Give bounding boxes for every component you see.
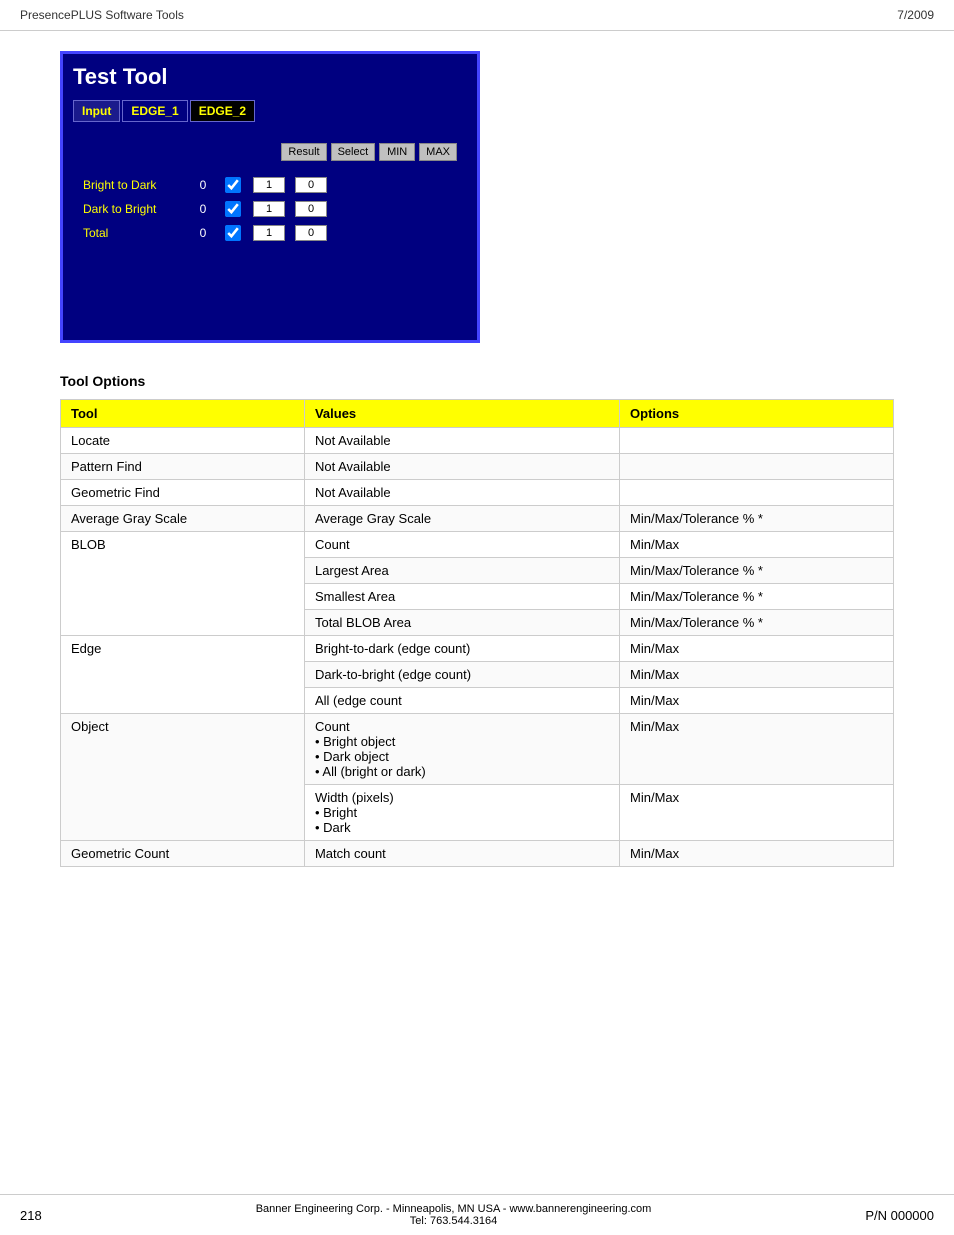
header-right: 7/2009 — [897, 8, 934, 22]
widget-row-bright-to-dark: Bright to Dark 0 — [73, 173, 467, 197]
row-min-total[interactable] — [253, 225, 285, 241]
widget-title: Test Tool — [73, 64, 467, 90]
row-value-bright-to-dark: 0 — [193, 178, 213, 192]
tool-edge: Edge — [61, 636, 305, 714]
table-row: Geometric Find Not Available — [61, 480, 894, 506]
values-blob-largest: Largest Area — [304, 558, 619, 584]
main-content: Test Tool Input EDGE_1 EDGE_2 Result Sel… — [0, 31, 954, 887]
options-geometric-count: Min/Max — [620, 841, 894, 867]
options-avg-gray: Min/Max/Tolerance % * — [620, 506, 894, 532]
values-geometric-count: Match count — [304, 841, 619, 867]
col-header-select[interactable]: Select — [331, 143, 376, 161]
options-geometric-find — [620, 480, 894, 506]
options-blob-smallest: Min/Max/Tolerance % * — [620, 584, 894, 610]
page-footer: 218 Banner Engineering Corp. - Minneapol… — [0, 1194, 954, 1235]
values-edge-all: All (edge count — [304, 688, 619, 714]
row-checkbox-total[interactable] — [223, 225, 243, 241]
table-header-row: Tool Values Options — [61, 400, 894, 428]
page-header: PresencePLUS Software Tools 7/2009 — [0, 0, 954, 31]
row-max-total[interactable] — [295, 225, 327, 241]
tool-geometric-count: Geometric Count — [61, 841, 305, 867]
tool-pattern-find: Pattern Find — [61, 454, 305, 480]
widget-row-total: Total 0 — [73, 221, 467, 245]
tab-edge2[interactable]: EDGE_2 — [190, 100, 255, 122]
tab-input[interactable]: Input — [73, 100, 120, 122]
footer-pn: P/N 000000 — [865, 1208, 934, 1223]
footer-line1: Banner Engineering Corp. - Minneapolis, … — [256, 1203, 652, 1215]
options-object-width: Min/Max — [620, 785, 894, 841]
values-blob-total: Total BLOB Area — [304, 610, 619, 636]
footer-line2: Tel: 763.544.3164 — [256, 1215, 652, 1227]
row-checkbox-bright-to-dark[interactable] — [223, 177, 243, 193]
table-row: Pattern Find Not Available — [61, 454, 894, 480]
options-pattern-find — [620, 454, 894, 480]
test-tool-widget: Test Tool Input EDGE_1 EDGE_2 Result Sel… — [60, 51, 480, 343]
options-edge-btd: Min/Max — [620, 636, 894, 662]
widget-table-area: Result Select MIN MAX Bright to Dark 0 D… — [73, 134, 467, 330]
options-blob-largest: Min/Max/Tolerance % * — [620, 558, 894, 584]
col-header-max[interactable]: MAX — [419, 143, 457, 161]
values-pattern-find: Not Available — [304, 454, 619, 480]
row-label-total: Total — [83, 226, 183, 240]
table-row: Geometric Count Match count Min/Max — [61, 841, 894, 867]
widget-row-dark-to-bright: Dark to Bright 0 — [73, 197, 467, 221]
header-left: PresencePLUS Software Tools — [20, 8, 184, 22]
row-min-bright-to-dark[interactable] — [253, 177, 285, 193]
row-min-dark-to-bright[interactable] — [253, 201, 285, 217]
values-locate: Not Available — [304, 428, 619, 454]
row-value-dark-to-bright: 0 — [193, 202, 213, 216]
row-checkbox-dark-to-bright[interactable] — [223, 201, 243, 217]
tool-blob: BLOB — [61, 532, 305, 636]
footer-center: Banner Engineering Corp. - Minneapolis, … — [256, 1203, 652, 1227]
values-object-count: Count • Bright object • Dark object • Al… — [304, 714, 619, 785]
col-header-values: Values — [304, 400, 619, 428]
values-edge-dtb: Dark-to-bright (edge count) — [304, 662, 619, 688]
tool-locate: Locate — [61, 428, 305, 454]
options-edge-all: Min/Max — [620, 688, 894, 714]
options-object-count: Min/Max — [620, 714, 894, 785]
footer-page-number: 218 — [20, 1208, 42, 1223]
table-row: Locate Not Available — [61, 428, 894, 454]
options-locate — [620, 428, 894, 454]
table-row: BLOB Count Min/Max — [61, 532, 894, 558]
col-header-options: Options — [620, 400, 894, 428]
options-table: Tool Values Options Locate Not Available… — [60, 399, 894, 867]
values-geometric-find: Not Available — [304, 480, 619, 506]
tool-geometric-find: Geometric Find — [61, 480, 305, 506]
col-header-result[interactable]: Result — [281, 143, 326, 161]
options-blob-total: Min/Max/Tolerance % * — [620, 610, 894, 636]
widget-col-headers: Result Select MIN MAX — [73, 139, 467, 165]
row-value-total: 0 — [193, 226, 213, 240]
row-max-bright-to-dark[interactable] — [295, 177, 327, 193]
tool-object: Object — [61, 714, 305, 841]
row-label-bright-to-dark: Bright to Dark — [83, 178, 183, 192]
values-avg-gray: Average Gray Scale — [304, 506, 619, 532]
tool-avg-gray: Average Gray Scale — [61, 506, 305, 532]
table-row: Object Count • Bright object • Dark obje… — [61, 714, 894, 785]
row-label-dark-to-bright: Dark to Bright — [83, 202, 183, 216]
row-max-dark-to-bright[interactable] — [295, 201, 327, 217]
col-header-min[interactable]: MIN — [379, 143, 415, 161]
values-blob-smallest: Smallest Area — [304, 584, 619, 610]
values-edge-btd: Bright-to-dark (edge count) — [304, 636, 619, 662]
widget-tabs: Input EDGE_1 EDGE_2 — [73, 100, 467, 122]
options-blob-count: Min/Max — [620, 532, 894, 558]
table-row: Average Gray Scale Average Gray Scale Mi… — [61, 506, 894, 532]
tab-edge1[interactable]: EDGE_1 — [122, 100, 187, 122]
values-object-width: Width (pixels) • Bright • Dark — [304, 785, 619, 841]
col-header-tool: Tool — [61, 400, 305, 428]
values-blob-count: Count — [304, 532, 619, 558]
table-row: Edge Bright-to-dark (edge count) Min/Max — [61, 636, 894, 662]
options-edge-dtb: Min/Max — [620, 662, 894, 688]
tool-options-title: Tool Options — [60, 373, 894, 389]
